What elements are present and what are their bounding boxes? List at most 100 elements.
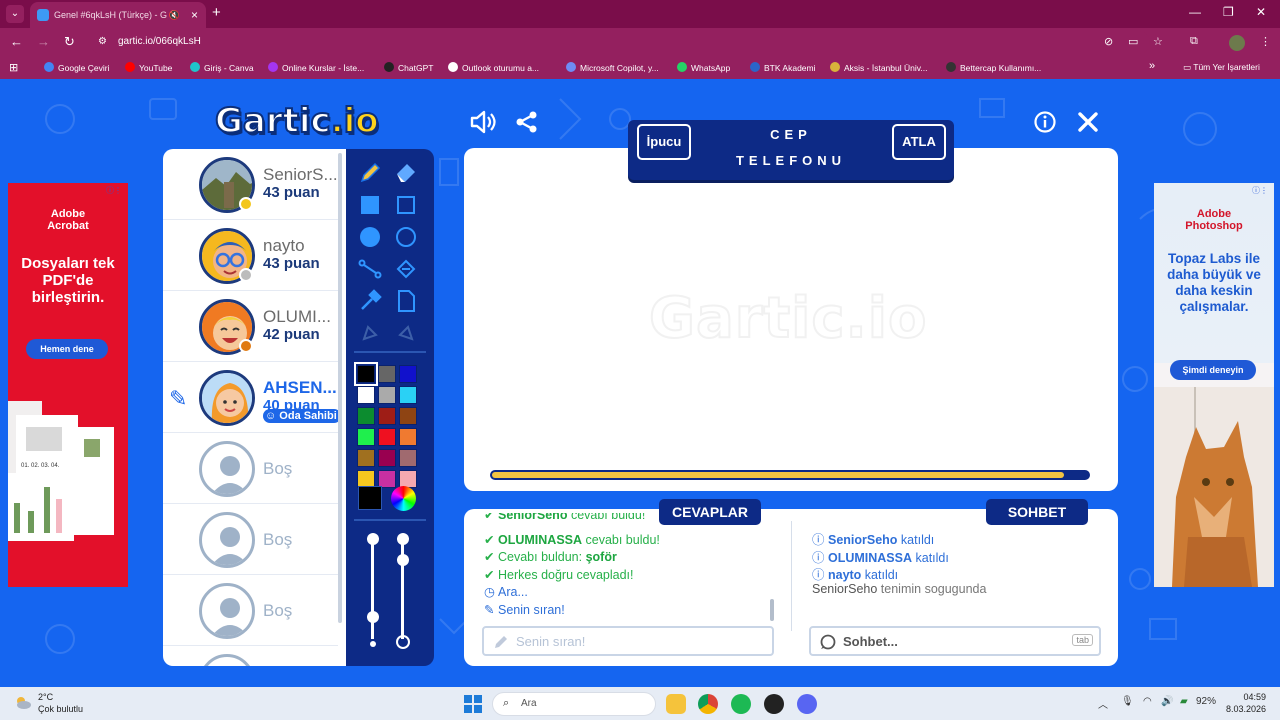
new-tab-button[interactable]: + xyxy=(212,4,221,21)
ad-info-icon[interactable]: ⓘ⋮ xyxy=(106,185,122,196)
redo-icon[interactable] xyxy=(392,319,420,347)
color-swatch[interactable] xyxy=(357,407,375,425)
bookmark-item[interactable]: YouTube xyxy=(125,62,172,73)
fill-tool-icon[interactable] xyxy=(392,255,420,283)
bookmark-item[interactable]: Online Kurslar - İste... xyxy=(268,62,364,73)
color-swatch[interactable] xyxy=(357,428,375,446)
back-button[interactable]: ← xyxy=(10,34,23,49)
exit-icon[interactable] xyxy=(1077,111,1099,133)
line-tool-icon[interactable] xyxy=(356,255,384,283)
tab-mute-icon[interactable]: 🔇 xyxy=(169,2,180,28)
color-swatch[interactable] xyxy=(357,449,375,467)
clock-date[interactable]: 8.03.2026 xyxy=(1221,704,1266,714)
menu-icon[interactable]: ⋮ xyxy=(1260,35,1271,48)
color-swatch[interactable] xyxy=(399,407,417,425)
bookmark-item[interactable]: Google Çeviri xyxy=(44,62,110,73)
bookmark-item[interactable]: WhatsApp xyxy=(677,62,730,73)
file-explorer-icon[interactable] xyxy=(666,694,686,714)
brush-size-track[interactable] xyxy=(371,539,374,639)
color-swatch[interactable] xyxy=(399,386,417,404)
minimize-button[interactable]: — xyxy=(1189,5,1201,19)
answer-input[interactable]: Senin sıran! xyxy=(482,626,774,656)
close-window-button[interactable]: ✕ xyxy=(1256,5,1266,19)
windows-start-icon[interactable] xyxy=(464,695,482,713)
eyedropper-tool-icon[interactable] xyxy=(356,287,384,315)
player-row[interactable]: OLUMI... 42 puan xyxy=(163,291,338,362)
ad-left-acrobat[interactable]: ⓘ⋮ Adobe Acrobat Dosyaları tek PDF'de bi… xyxy=(8,183,128,587)
site-info-icon[interactable]: ⚙ xyxy=(98,36,107,47)
battery-icon[interactable]: ▰ xyxy=(1180,696,1188,707)
forward-button[interactable]: → xyxy=(37,34,50,49)
brush-size-knob[interactable] xyxy=(367,611,379,623)
pencil-tool-icon[interactable] xyxy=(356,159,384,187)
bookmark-item[interactable]: Giriş - Canva xyxy=(190,62,254,73)
filled-circle-tool-icon[interactable] xyxy=(356,223,384,251)
ad-left-cta[interactable]: Hemen dene xyxy=(26,339,108,359)
battery-percent[interactable]: 92% xyxy=(1196,696,1216,707)
discord-icon[interactable] xyxy=(797,694,817,714)
player-list-scrollbar[interactable] xyxy=(338,153,342,623)
tab-close-icon[interactable]: × xyxy=(191,2,198,28)
share-icon[interactable] xyxy=(515,110,539,134)
filled-rect-tool-icon[interactable] xyxy=(356,191,384,219)
profile-avatar[interactable] xyxy=(1229,35,1245,51)
taskbar-search[interactable]: ⌕ Ara xyxy=(492,692,656,716)
color-swatch[interactable] xyxy=(399,365,417,383)
current-color-swatch[interactable] xyxy=(358,486,382,510)
reload-button[interactable]: ↻ xyxy=(64,34,75,50)
davinci-icon[interactable] xyxy=(764,694,784,714)
rect-tool-icon[interactable] xyxy=(392,191,420,219)
browser-tab-active[interactable]: Genel #6qkLsH (Türkçe) - G 🔇 × xyxy=(30,2,206,28)
restore-button[interactable]: ❐ xyxy=(1223,5,1234,19)
bookmark-item[interactable]: Bettercap Kullanımı... xyxy=(946,62,1041,73)
bookmark-item[interactable]: Microsoft Copilot, y... xyxy=(566,62,659,73)
weather-temperature[interactable]: 2°C xyxy=(38,692,53,702)
player-row[interactable]: SeniorS... 43 puan xyxy=(163,149,338,220)
color-swatch[interactable] xyxy=(399,428,417,446)
answers-scrollbar[interactable] xyxy=(770,599,774,621)
opacity-max-knob[interactable] xyxy=(397,533,409,545)
color-swatch[interactable] xyxy=(378,407,396,425)
hint-button[interactable]: İpucu xyxy=(637,124,691,160)
color-swatch[interactable] xyxy=(378,428,396,446)
tab-search-button[interactable]: ⌄ xyxy=(6,5,24,23)
player-row[interactable]: nayto 43 puan xyxy=(163,220,338,291)
eraser-tool-icon[interactable] xyxy=(392,159,420,187)
bookmark-item[interactable]: Aksis - İstanbul Üniv... xyxy=(830,62,927,73)
ad-info-icon[interactable]: ⓘ⋮ xyxy=(1252,185,1268,196)
all-bookmarks-link[interactable]: ▭ Tüm Yer İşaretleri xyxy=(1183,62,1260,73)
color-swatch[interactable] xyxy=(357,386,375,404)
chat-input[interactable]: Sohbet... tab xyxy=(809,626,1101,656)
color-swatch[interactable] xyxy=(378,386,396,404)
weather-condition[interactable]: Çok bulutlu xyxy=(38,704,83,714)
color-swatch[interactable] xyxy=(354,362,378,386)
weather-cloud-icon[interactable] xyxy=(14,693,32,711)
apps-grid-icon[interactable]: ⊞ xyxy=(9,61,18,74)
gartic-logo[interactable]: Gartic.io xyxy=(214,100,380,142)
url-field[interactable]: ⚙ gartic.io/066qkLsH xyxy=(90,31,1150,54)
color-swatch[interactable] xyxy=(399,449,417,467)
bookmark-item[interactable]: Outlook oturumu a... xyxy=(448,62,539,73)
ad-right-cta[interactable]: Şimdi deneyin xyxy=(1170,360,1256,380)
opacity-knob[interactable] xyxy=(397,554,409,566)
ad-right-photoshop[interactable]: ⓘ⋮ Adobe Photoshop Topaz Labs ile daha b… xyxy=(1154,183,1274,587)
bookmark-item[interactable]: ChatGPT xyxy=(384,62,433,73)
drawing-canvas[interactable]: Gartic.io xyxy=(464,148,1118,491)
spotify-icon[interactable] xyxy=(731,694,751,714)
chrome-icon[interactable] xyxy=(698,694,718,714)
volume-icon[interactable]: 🔊 xyxy=(1161,696,1173,707)
color-swatch[interactable] xyxy=(378,449,396,467)
color-wheel-icon[interactable] xyxy=(391,486,416,511)
eye-off-icon[interactable]: ⊘ xyxy=(1104,35,1113,48)
sound-icon[interactable] xyxy=(470,110,496,134)
skip-button[interactable]: ATLA xyxy=(892,124,946,160)
cast-icon[interactable]: ▭ xyxy=(1128,35,1138,48)
bookmark-item[interactable]: BTK Akademi xyxy=(750,62,816,73)
info-icon[interactable] xyxy=(1034,111,1056,133)
more-bookmarks-icon[interactable]: » xyxy=(1149,60,1155,72)
microphone-icon[interactable]: 🎙 xyxy=(1121,696,1134,707)
bookmark-star-icon[interactable]: ☆ xyxy=(1153,35,1163,48)
undo-icon[interactable] xyxy=(356,319,384,347)
wifi-icon[interactable]: ◠ xyxy=(1143,696,1152,707)
color-swatch[interactable] xyxy=(378,365,396,383)
